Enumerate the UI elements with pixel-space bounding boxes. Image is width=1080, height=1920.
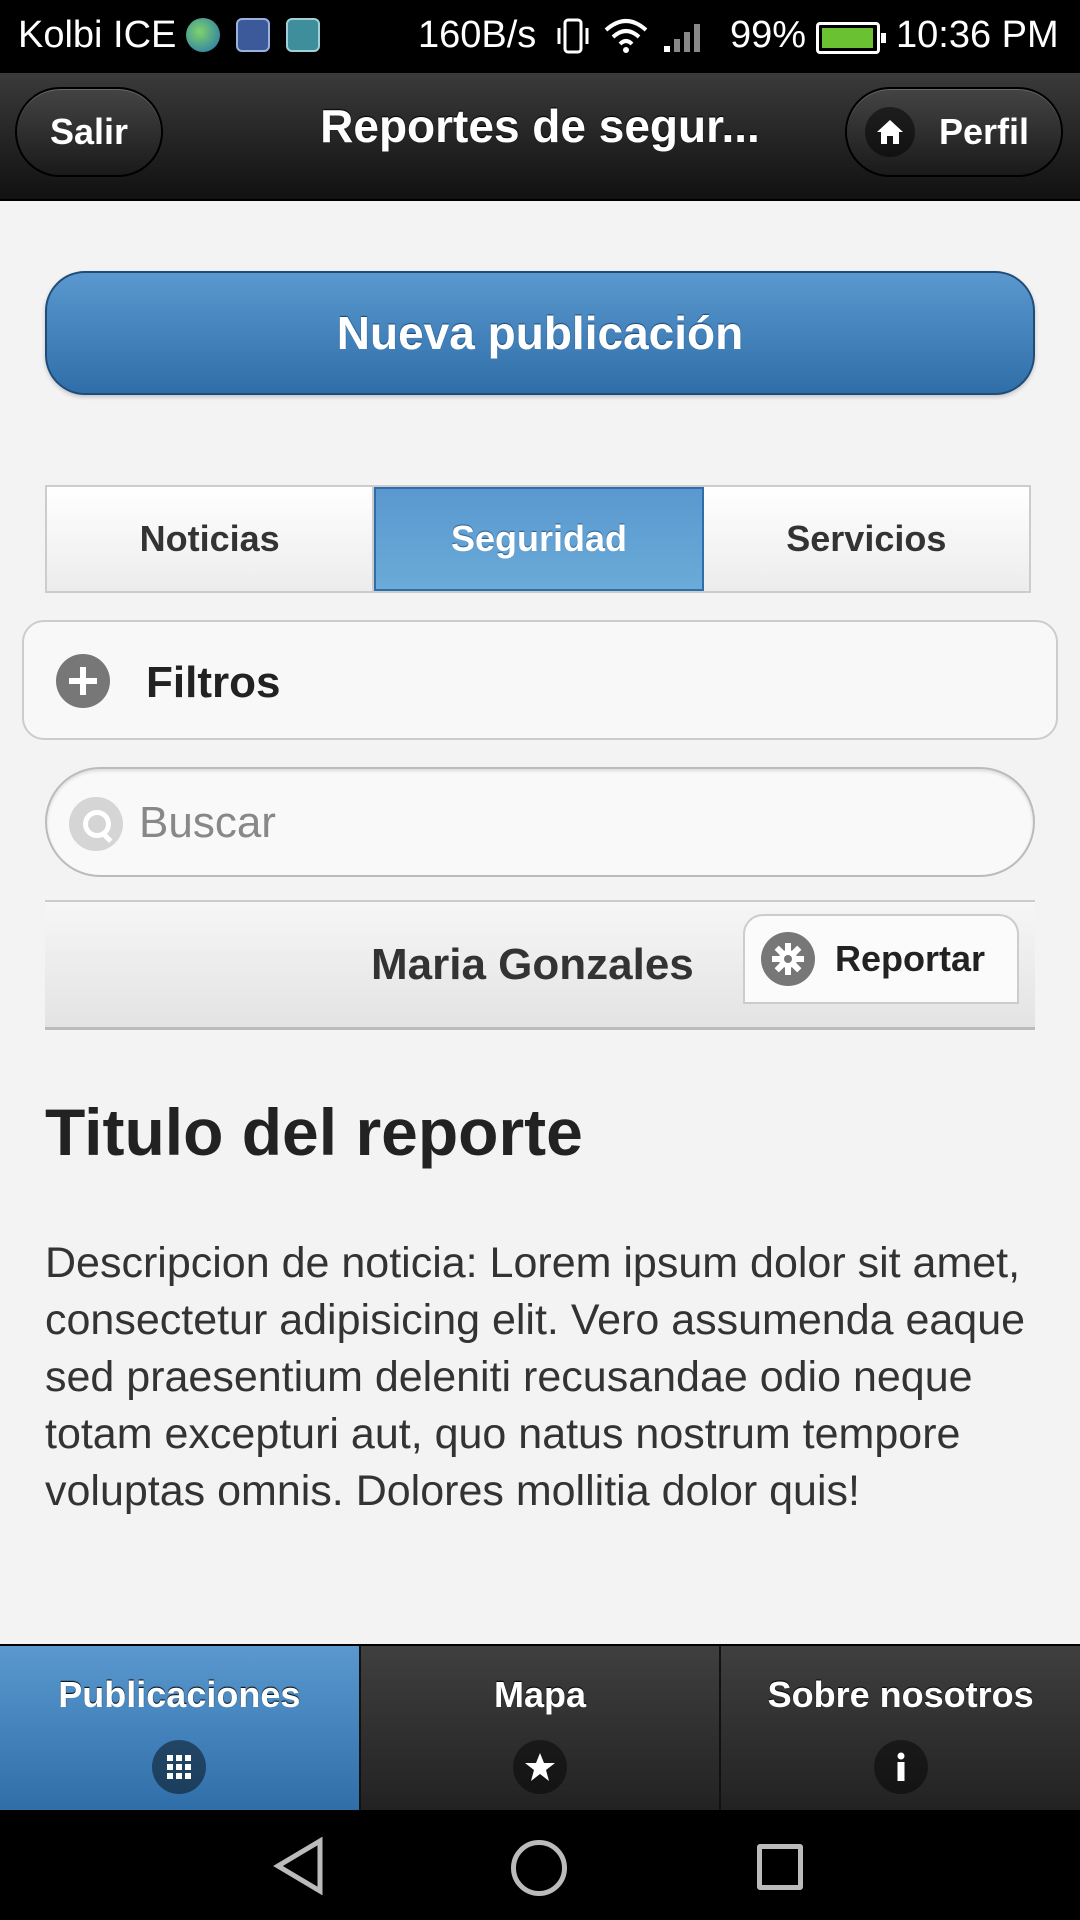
carrier-name: Kolbi ICE bbox=[18, 14, 177, 56]
profile-button[interactable]: Perfil bbox=[845, 87, 1063, 177]
new-post-label: Nueva publicación bbox=[336, 307, 744, 359]
report-title: Titulo del reporte bbox=[45, 1095, 583, 1169]
gear-icon bbox=[761, 932, 815, 986]
report-button-label: Reportar bbox=[835, 938, 986, 979]
grid-icon bbox=[152, 1740, 207, 1794]
globe-icon bbox=[186, 18, 220, 52]
app-header: Salir Reportes de segur... Perfil bbox=[0, 73, 1080, 201]
tab-servicios[interactable]: Servicios bbox=[703, 487, 1029, 591]
health-app-icon bbox=[236, 18, 270, 52]
report-author-bar: Maria Gonzales Reportar bbox=[45, 900, 1035, 1030]
plus-icon bbox=[56, 654, 110, 708]
page-title: Reportes de segur... bbox=[320, 100, 760, 152]
nav-label: Mapa bbox=[493, 1674, 587, 1715]
info-icon bbox=[873, 1740, 928, 1794]
nav-publicaciones[interactable]: Publicaciones bbox=[0, 1646, 361, 1810]
new-post-button[interactable]: Nueva publicación bbox=[45, 271, 1035, 395]
wifi-icon bbox=[604, 19, 648, 53]
home-icon bbox=[865, 107, 915, 157]
search-box bbox=[45, 767, 1035, 877]
signal-icon bbox=[664, 24, 700, 52]
category-tabs: Noticias Seguridad Servicios bbox=[45, 485, 1031, 593]
nav-label: Sobre nosotros bbox=[767, 1674, 1034, 1715]
network-speed: 160B/s bbox=[418, 14, 537, 56]
filters-label: Filtros bbox=[146, 658, 281, 707]
profile-button-label: Perfil bbox=[939, 111, 1030, 152]
star-icon bbox=[513, 1740, 567, 1794]
back-icon[interactable] bbox=[272, 1836, 326, 1896]
tab-label: Servicios bbox=[786, 518, 947, 559]
home-circle-icon[interactable] bbox=[511, 1840, 567, 1896]
battery-icon bbox=[816, 22, 886, 54]
gallery-icon bbox=[286, 18, 320, 52]
nav-mapa[interactable]: Mapa bbox=[360, 1646, 722, 1810]
tab-noticias[interactable]: Noticias bbox=[47, 487, 375, 591]
report-description: Descripcion de noticia: Lorem ipsum dolo… bbox=[45, 1239, 1026, 1515]
search-icon bbox=[69, 797, 123, 851]
notification-icons bbox=[186, 18, 320, 52]
recent-apps-icon[interactable] bbox=[757, 1844, 803, 1890]
nav-label: Publicaciones bbox=[58, 1674, 301, 1715]
system-nav-bar bbox=[0, 1810, 1080, 1920]
report-button[interactable]: Reportar bbox=[743, 914, 1019, 1004]
clock: 10:36 PM bbox=[896, 14, 1059, 56]
tab-label: Noticias bbox=[139, 518, 280, 559]
tab-label: Seguridad bbox=[450, 518, 627, 559]
battery-percent: 99% bbox=[730, 14, 807, 56]
exit-button-label: Salir bbox=[49, 111, 129, 152]
author-name: Maria Gonzales bbox=[371, 940, 694, 989]
bottom-navbar: Publicaciones Mapa Sobre nosotros bbox=[0, 1644, 1080, 1810]
search-input[interactable] bbox=[139, 787, 999, 859]
nav-sobre-nosotros[interactable]: Sobre nosotros bbox=[721, 1646, 1080, 1810]
tab-seguridad[interactable]: Seguridad bbox=[374, 487, 704, 591]
vibrate-icon bbox=[557, 18, 589, 54]
filters-collapsible[interactable]: Filtros bbox=[22, 620, 1058, 740]
status-bar: Kolbi ICE 160B/s 99% 10:36 PM bbox=[0, 0, 1080, 73]
system-icons bbox=[556, 16, 706, 56]
exit-button[interactable]: Salir bbox=[15, 87, 163, 177]
